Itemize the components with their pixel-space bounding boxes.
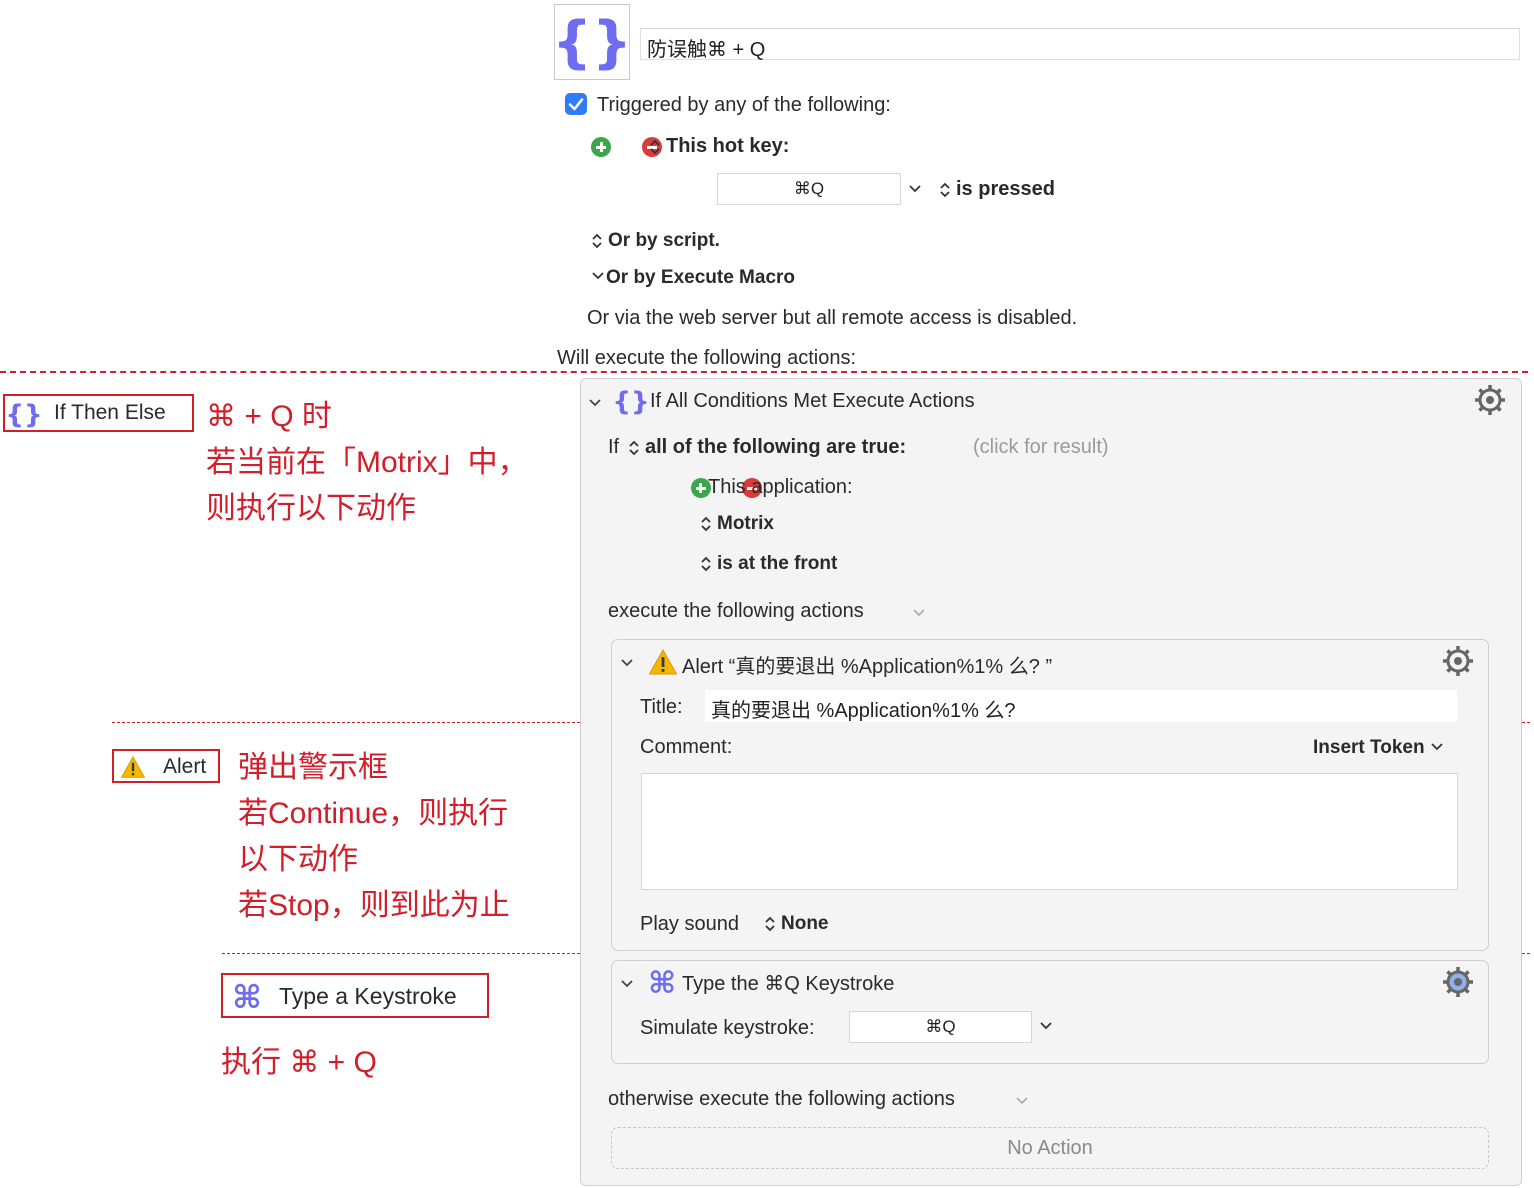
command-key-icon: ⌘ bbox=[646, 966, 678, 1004]
warning-icon bbox=[120, 755, 146, 778]
chevron-down-icon bbox=[621, 980, 633, 988]
play-sound-popup[interactable]: None bbox=[763, 913, 829, 935]
condition-mode-label: all of the following are true: bbox=[645, 436, 907, 458]
annotation-line: 若Continue，则执行 bbox=[238, 797, 509, 830]
condition-mode-popup[interactable]: all of the following are true: bbox=[627, 436, 906, 459]
ifthen-annotation: ⌘ + Q 时 若当前在「Motrix」中， 则执行以下动作 bbox=[206, 394, 528, 532]
type-keystroke-badge-label: Type a Keystroke bbox=[279, 983, 457, 1009]
comment-label: Comment: bbox=[640, 736, 733, 758]
click-for-result-link[interactable]: (click for result) bbox=[973, 436, 1109, 459]
curly-braces-icon: {} bbox=[552, 10, 632, 75]
updown-chevron-icon bbox=[648, 137, 662, 157]
warning-icon bbox=[648, 648, 678, 681]
command-key-icon: ⌘ bbox=[232, 978, 262, 1014]
gear-icon[interactable] bbox=[1442, 645, 1474, 682]
annotation-line: 弹出警示框 bbox=[238, 751, 388, 784]
will-execute-label: Will execute the following actions: bbox=[557, 347, 857, 369]
ifthen-badge: {} If Then Else bbox=[3, 394, 194, 432]
updown-chevron-icon bbox=[699, 554, 713, 574]
updown-chevron-icon bbox=[699, 514, 713, 534]
curly-braces-icon: {} bbox=[7, 400, 41, 430]
or-by-script-label: Or by script. bbox=[608, 230, 720, 251]
updown-chevron-icon bbox=[763, 914, 777, 934]
keystroke-dropdown-icon[interactable] bbox=[1038, 1017, 1054, 1038]
annotation-line: 若当前在「Motrix」中， bbox=[206, 446, 528, 479]
or-by-execute-macro-label: Or by Execute Macro bbox=[606, 267, 796, 289]
or-by-execute-macro-toggle[interactable]: Or by Execute Macro bbox=[590, 267, 795, 289]
gear-icon[interactable] bbox=[1474, 384, 1506, 421]
chevron-down-icon bbox=[589, 399, 601, 407]
updown-chevron-icon bbox=[938, 180, 952, 200]
add-trigger-button[interactable] bbox=[591, 137, 611, 157]
trigger-type-label: This hot key: bbox=[666, 135, 790, 157]
separator-ifthen bbox=[0, 371, 1528, 373]
if-word: If bbox=[608, 436, 620, 458]
web-server-note: Or via the web server but all remote acc… bbox=[587, 307, 1078, 329]
alert-action-title: Alert “真的要退出 %Application%1% 么? ” bbox=[682, 656, 1053, 678]
simulate-keystroke-label: Simulate keystroke: bbox=[640, 1017, 815, 1039]
annotation-line: 则执行以下动作 bbox=[206, 492, 416, 525]
application-label: Motrix bbox=[717, 513, 774, 534]
svg-text:{}: {} bbox=[555, 10, 629, 75]
annotation-line: 以下动作 bbox=[238, 843, 358, 876]
svg-text:{}: {} bbox=[615, 387, 647, 417]
triggered-checkbox[interactable] bbox=[565, 93, 587, 115]
type-annotation: 执行 ⌘ + Q bbox=[221, 1040, 377, 1086]
type-collapse-toggle[interactable] bbox=[619, 975, 635, 996]
chevron-down-icon bbox=[1430, 737, 1444, 759]
no-action-placeholder[interactable]: No Action bbox=[611, 1127, 1489, 1169]
app-state-popup[interactable]: is at the front bbox=[699, 553, 837, 575]
hotkey-condition-label: is pressed bbox=[956, 178, 1055, 200]
checkmark-icon bbox=[568, 98, 584, 111]
annotation-line: 执行 ⌘ + Q bbox=[221, 1046, 377, 1079]
type-keystroke-badge: ⌘ Type a Keystroke bbox=[221, 973, 489, 1018]
hotkey-field[interactable]: ⌘Q bbox=[717, 173, 901, 205]
macro-group-icon[interactable]: {} bbox=[552, 4, 632, 80]
comment-textarea[interactable] bbox=[641, 773, 1458, 890]
trigger-type-popup[interactable]: This hot key: bbox=[648, 135, 789, 158]
hotkey-dropdown-icon[interactable] bbox=[907, 180, 923, 201]
svg-text:{}: {} bbox=[7, 400, 41, 430]
alert-annotation: 弹出警示框 若Continue，则执行 以下动作 若Stop，则到此为止 bbox=[238, 745, 510, 929]
chevron-down-icon bbox=[590, 267, 606, 289]
alert-collapse-toggle[interactable] bbox=[619, 654, 635, 675]
annotation-line: ⌘ + Q 时 bbox=[206, 400, 332, 433]
alert-badge-label: Alert bbox=[163, 755, 207, 778]
alert-badge: Alert bbox=[112, 749, 220, 783]
otherwise-dropdown-icon[interactable] bbox=[1014, 1092, 1030, 1113]
play-sound-label: Play sound bbox=[640, 913, 739, 935]
hotkey-condition-popup[interactable]: is pressed bbox=[938, 178, 1055, 201]
app-state-label: is at the front bbox=[717, 553, 838, 574]
insert-token-menu[interactable]: Insert Token bbox=[1313, 737, 1444, 759]
application-popup[interactable]: Motrix bbox=[699, 513, 774, 535]
svg-text:⌘: ⌘ bbox=[648, 967, 676, 999]
condition-type-label: This application: bbox=[708, 476, 853, 498]
then-dropdown-icon[interactable] bbox=[911, 604, 927, 625]
if-action-title: If All Conditions Met Execute Actions bbox=[650, 390, 975, 412]
alert-title-field[interactable]: 真的要退出 %Application%1% 么? bbox=[705, 690, 1457, 722]
annotation-line: 若Stop，则到此为止 bbox=[238, 889, 510, 922]
if-collapse-toggle[interactable] bbox=[587, 394, 603, 415]
insert-token-label: Insert Token bbox=[1313, 737, 1425, 759]
gear-icon[interactable] bbox=[1442, 966, 1474, 1003]
triggered-label: Triggered by any of the following: bbox=[597, 94, 891, 116]
chevron-down-icon bbox=[621, 659, 633, 667]
type-action-title: Type the ⌘Q Keystroke bbox=[682, 973, 895, 995]
then-actions-label: execute the following actions bbox=[608, 600, 864, 622]
title-label: Title: bbox=[640, 696, 683, 718]
play-sound-value: None bbox=[781, 913, 829, 934]
macro-name-field[interactable]: 防误触⌘ + Q bbox=[640, 28, 1520, 61]
updown-chevron-icon bbox=[627, 438, 641, 458]
otherwise-actions-label: otherwise execute the following actions bbox=[608, 1088, 955, 1110]
keystroke-field[interactable]: ⌘Q bbox=[849, 1011, 1032, 1043]
updown-chevron-icon bbox=[590, 231, 604, 251]
ifthen-badge-label: If Then Else bbox=[54, 401, 166, 424]
or-by-script-toggle[interactable]: Or by script. bbox=[590, 230, 720, 252]
curly-braces-icon: {} bbox=[612, 385, 649, 422]
svg-text:⌘: ⌘ bbox=[232, 978, 262, 1014]
